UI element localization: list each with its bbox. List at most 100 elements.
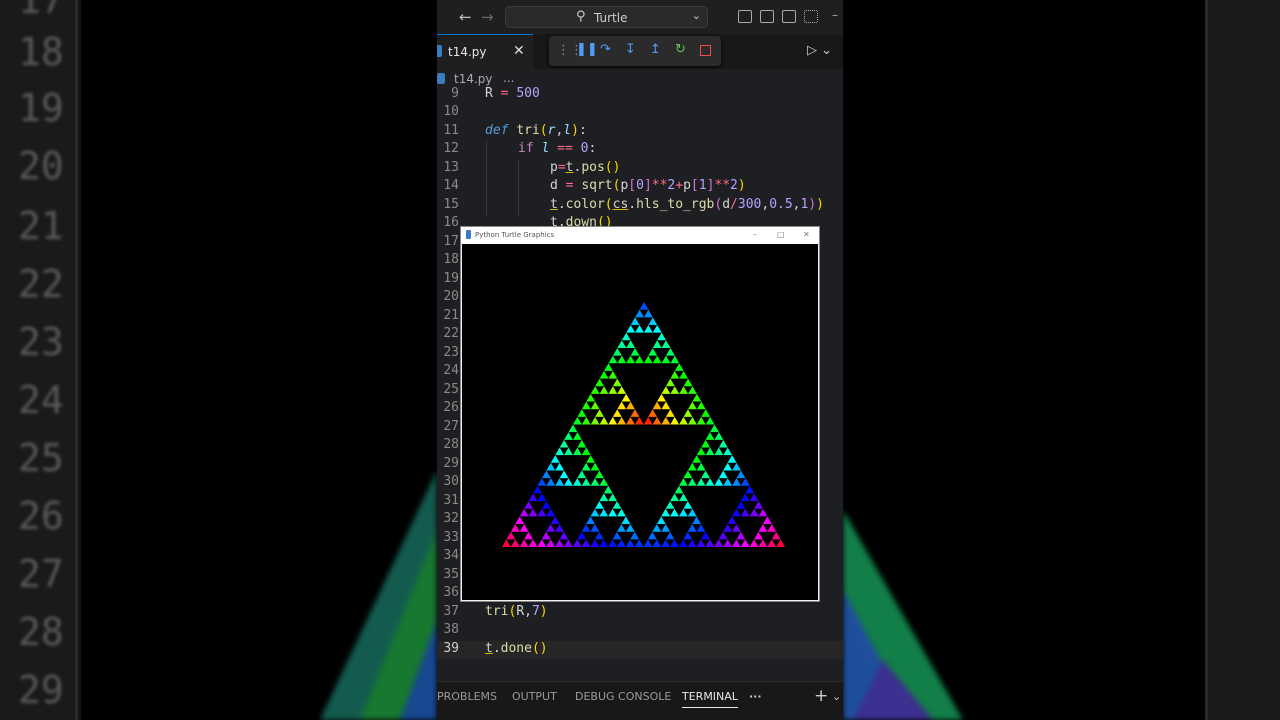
fractal-triangle xyxy=(599,493,609,502)
fractal-triangle xyxy=(687,416,697,425)
fractal-triangle xyxy=(555,524,564,532)
more-actions-icon[interactable]: ··· xyxy=(749,690,762,703)
tab-label: t14.py xyxy=(448,45,487,59)
minimize-icon[interactable]: – xyxy=(832,8,838,22)
turtle-window-title-bar[interactable]: Python Turtle Graphics – □ ✕ xyxy=(461,227,819,244)
background-fractal-fragment xyxy=(320,470,437,720)
fractal-triangle xyxy=(683,531,693,540)
maximize-icon[interactable]: □ xyxy=(777,230,785,239)
panel-tab-bar: PROBLEMS OUTPUT DEBUG CONSOLE TERMINAL ·… xyxy=(437,681,843,720)
line-number: 30 xyxy=(443,474,459,489)
step-into-icon[interactable]: ↧ xyxy=(625,42,636,57)
search-icon: ⚲ xyxy=(576,9,586,24)
line-number: 14 xyxy=(443,178,459,193)
code-text: d = sqrt(p[0]**2+p[1]**2) xyxy=(550,178,746,193)
fractal-triangle xyxy=(740,493,750,502)
fractal-triangle xyxy=(687,524,697,532)
chevron-down-icon[interactable]: ⌄ xyxy=(832,690,841,703)
step-over-icon[interactable]: ↷ xyxy=(600,42,611,57)
pause-icon[interactable]: ❚❚ xyxy=(576,42,598,57)
fractal-triangle xyxy=(762,516,772,525)
python-feather-icon xyxy=(466,230,471,239)
close-icon[interactable]: ✕ xyxy=(803,230,810,239)
add-terminal-icon[interactable]: + xyxy=(814,686,828,706)
toggle-panel-icon[interactable] xyxy=(760,10,774,23)
fractal-triangle xyxy=(723,539,732,547)
fractal-triangle xyxy=(621,516,631,525)
background-fractal-fragment xyxy=(843,510,963,720)
fractal-triangle xyxy=(617,386,627,394)
fractal-triangle xyxy=(519,524,529,532)
customize-layout-icon[interactable] xyxy=(804,10,818,23)
fractal-triangle xyxy=(537,493,547,502)
fractal-triangle xyxy=(612,409,622,417)
run-python-file-icon[interactable]: ▷ ⌄ xyxy=(807,43,832,58)
fractal-triangle xyxy=(652,524,662,532)
fractal-triangle xyxy=(546,539,556,547)
step-out-icon[interactable]: ↥ xyxy=(650,42,661,57)
chevron-down-icon[interactable]: ⌄ xyxy=(692,9,701,22)
restart-icon[interactable]: ↻ xyxy=(675,42,686,57)
fractal-triangle xyxy=(608,416,618,425)
fractal-triangle xyxy=(731,539,741,547)
fractal-triangle xyxy=(586,455,596,463)
fractal-triangle xyxy=(555,539,564,547)
breadcrumb-more[interactable]: ... xyxy=(503,71,514,85)
command-center-search[interactable]: ⚲ Turtle ⌄ xyxy=(505,6,708,28)
fractal-triangle xyxy=(586,393,596,402)
fractal-triangle xyxy=(696,416,706,425)
turtle-graphics-window: Python Turtle Graphics – □ ✕ xyxy=(460,226,820,602)
forward-arrow-icon[interactable]: → xyxy=(481,8,494,26)
fractal-triangle xyxy=(683,378,693,387)
fractal-triangle xyxy=(590,416,600,425)
tab-debug-console[interactable]: DEBUG CONSOLE xyxy=(575,690,671,703)
fractal-triangle xyxy=(635,355,644,364)
breadcrumb-file[interactable]: t14.py xyxy=(454,72,493,86)
fractal-triangle xyxy=(687,462,697,471)
fractal-triangle xyxy=(546,462,556,471)
fractal-triangle xyxy=(718,439,728,448)
python-file-icon xyxy=(437,45,442,57)
fractal-triangle xyxy=(617,524,626,532)
fractal-triangle xyxy=(727,516,737,525)
fractal-triangle xyxy=(767,539,777,547)
stop-icon[interactable] xyxy=(700,45,711,56)
tab-terminal[interactable]: TERMINAL xyxy=(682,690,738,708)
toggle-secondary-sidebar-icon[interactable] xyxy=(782,10,796,23)
minimize-icon[interactable]: – xyxy=(753,230,757,239)
fractal-triangle xyxy=(537,539,547,547)
fractal-triangle xyxy=(608,355,618,364)
tab-output[interactable]: OUTPUT xyxy=(512,690,557,703)
fractal-triangle xyxy=(705,478,715,486)
fractal-triangle xyxy=(590,539,600,547)
code-text: R = 500 xyxy=(485,86,540,101)
close-icon[interactable]: ✕ xyxy=(513,43,525,59)
toggle-sidebar-icon[interactable] xyxy=(738,10,752,23)
fractal-triangle xyxy=(687,478,697,486)
fractal-triangle xyxy=(661,386,671,394)
fractal-triangle xyxy=(630,347,640,356)
fractal-triangle xyxy=(758,524,768,532)
fractal-triangle xyxy=(581,447,591,456)
fractal-triangle xyxy=(510,524,520,532)
sierpinski-triangle xyxy=(502,302,785,547)
fractal-triangle xyxy=(586,516,595,525)
fractal-triangle xyxy=(657,393,666,402)
back-arrow-icon[interactable]: ← xyxy=(459,8,472,26)
fractal-triangle xyxy=(648,409,658,417)
fractal-triangle xyxy=(528,539,538,547)
fractal-triangle xyxy=(590,508,600,517)
fractal-triangle xyxy=(723,462,733,471)
code-line: 37 tri(R,7) xyxy=(437,604,843,622)
fractal-triangle xyxy=(634,416,644,425)
fractal-triangle xyxy=(683,409,693,417)
tab-t14-py[interactable]: t14.py ✕ xyxy=(437,34,533,69)
fractal-triangle xyxy=(541,531,551,540)
fractal-triangle xyxy=(666,347,675,356)
debug-toolbar: ⋮⋮ ❚❚ ↷ ↧ ↥ ↻ xyxy=(549,36,721,66)
fractal-triangle xyxy=(665,501,675,509)
fractal-triangle xyxy=(550,455,560,463)
fractal-triangle xyxy=(612,501,622,509)
fractal-triangle xyxy=(617,401,627,410)
tab-problems[interactable]: PROBLEMS xyxy=(437,690,497,703)
